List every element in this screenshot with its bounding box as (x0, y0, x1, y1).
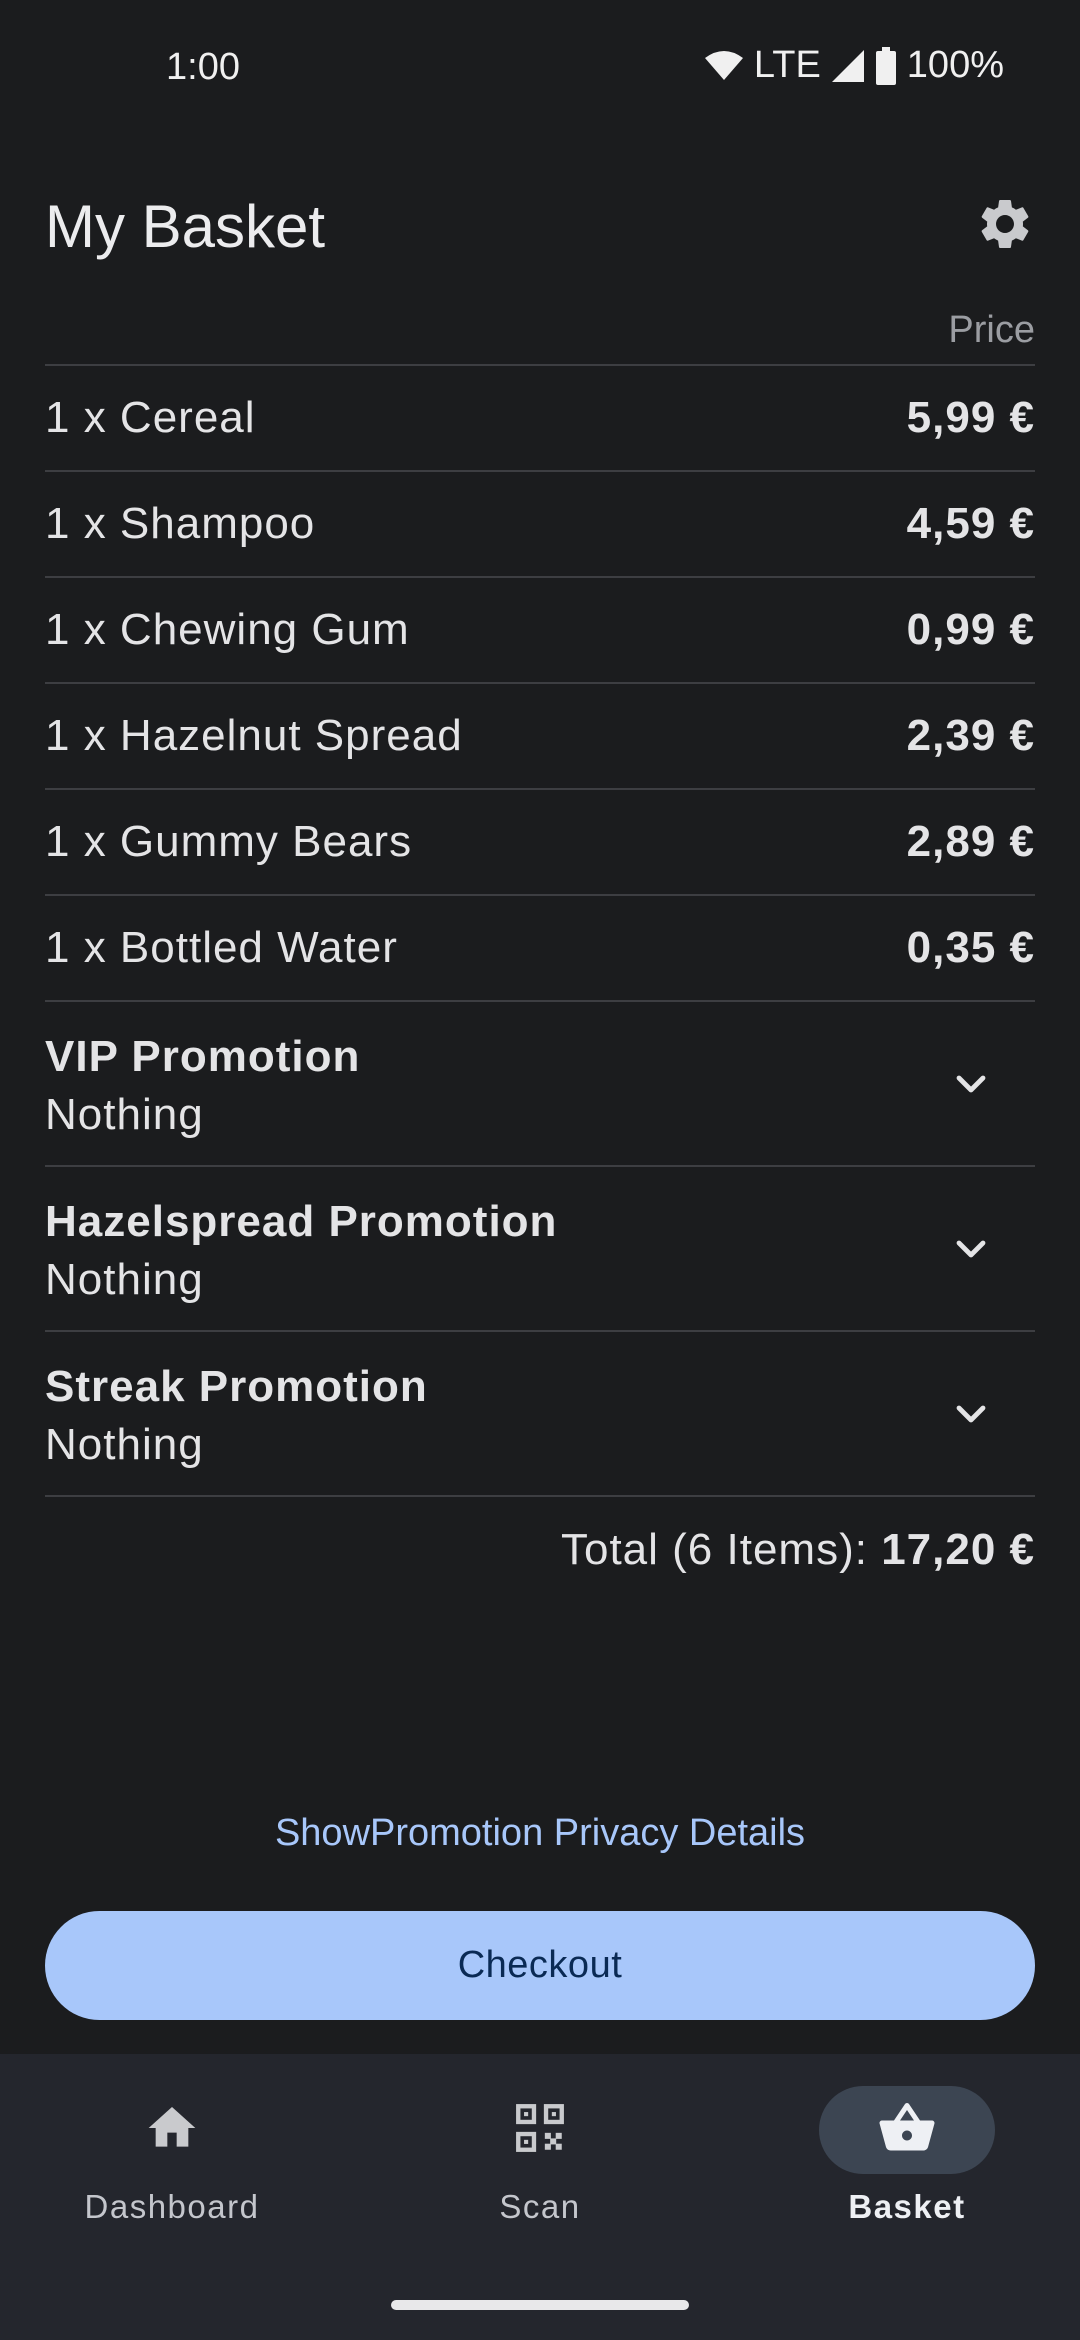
checkout-button[interactable]: Checkout (45, 1911, 1035, 2020)
basket-list: Price 1 x Cereal 5,99 € 1 x Shampoo 4,59… (45, 310, 1035, 1575)
cell-signal-icon (831, 49, 865, 83)
battery-level: 100% (906, 44, 1004, 86)
item-label: 1 x Gummy Bears (45, 817, 413, 866)
promotion-title: Streak Promotion (45, 1362, 428, 1411)
item-price: 5,99 € (906, 393, 1035, 442)
gear-icon[interactable] (975, 194, 1035, 254)
status-bar: 1:00 LTE 100% (0, 0, 1080, 140)
item-price: 0,35 € (906, 923, 1035, 972)
nav-icon-container (84, 2086, 260, 2174)
status-icons: LTE 100% (704, 44, 1004, 87)
home-indicator[interactable] (391, 2300, 689, 2310)
network-type: LTE (753, 44, 821, 86)
item-price: 4,59 € (906, 499, 1035, 548)
item-price: 0,99 € (906, 605, 1035, 654)
nav-item-dashboard[interactable]: Dashboard (47, 2086, 297, 2266)
promotion-value: Nothing (45, 1090, 204, 1139)
home-icon (144, 2100, 200, 2161)
chevron-down-icon[interactable] (947, 1060, 995, 1108)
qr-code-icon (511, 2099, 569, 2162)
list-item: 1 x Hazelnut Spread 2,39 € (45, 684, 1035, 790)
promotion-vip[interactable]: VIP Promotion Nothing (45, 1002, 1035, 1167)
nav-item-scan[interactable]: Scan (415, 2086, 665, 2266)
total-value: 17,20 € (881, 1525, 1035, 1574)
item-label: 1 x Chewing Gum (45, 605, 410, 654)
item-label: 1 x Bottled Water (45, 923, 398, 972)
nav-icon-container (452, 2086, 628, 2174)
nav-icon-container (819, 2086, 995, 2174)
chevron-down-icon[interactable] (947, 1390, 995, 1438)
nav-label: Scan (499, 2188, 581, 2225)
item-label: 1 x Shampoo (45, 499, 316, 548)
bottom-navigation: Dashboard Scan Basket (0, 2054, 1080, 2340)
basket-total: Total (6 Items): 17,20 € (45, 1525, 1035, 1575)
list-item: 1 x Gummy Bears 2,89 € (45, 790, 1035, 896)
promotion-hazelspread[interactable]: Hazelspread Promotion Nothing (45, 1167, 1035, 1332)
item-price: 2,39 € (906, 711, 1035, 760)
promotion-value: Nothing (45, 1420, 204, 1469)
chevron-down-icon[interactable] (947, 1225, 995, 1273)
price-column-header: Price (45, 310, 1035, 366)
nav-item-basket[interactable]: Basket (782, 2086, 1032, 2266)
nav-label: Dashboard (84, 2188, 260, 2225)
promotion-title: Hazelspread Promotion (45, 1197, 558, 1246)
promotion-streak[interactable]: Streak Promotion Nothing (45, 1332, 1035, 1497)
list-item: 1 x Shampoo 4,59 € (45, 472, 1035, 578)
total-label: Total (6 Items): (560, 1525, 868, 1574)
list-item: 1 x Chewing Gum 0,99 € (45, 578, 1035, 684)
battery-icon (875, 46, 897, 85)
nav-label: Basket (848, 2188, 966, 2225)
item-price: 2,89 € (906, 817, 1035, 866)
page-title: My Basket (45, 193, 326, 260)
promotion-title: VIP Promotion (45, 1032, 361, 1081)
promotion-privacy-link[interactable]: ShowPromotion Privacy Details (0, 1812, 1080, 1855)
list-item: 1 x Bottled Water 0,35 € (45, 896, 1035, 1002)
item-label: 1 x Cereal (45, 393, 256, 442)
header: My Basket (45, 180, 1035, 270)
promotion-value: Nothing (45, 1255, 204, 1304)
wifi-icon (704, 50, 744, 82)
item-label: 1 x Hazelnut Spread (45, 711, 463, 760)
list-item: 1 x Cereal 5,99 € (45, 366, 1035, 472)
basket-icon (877, 2098, 937, 2163)
status-time: 1:00 (166, 46, 240, 88)
